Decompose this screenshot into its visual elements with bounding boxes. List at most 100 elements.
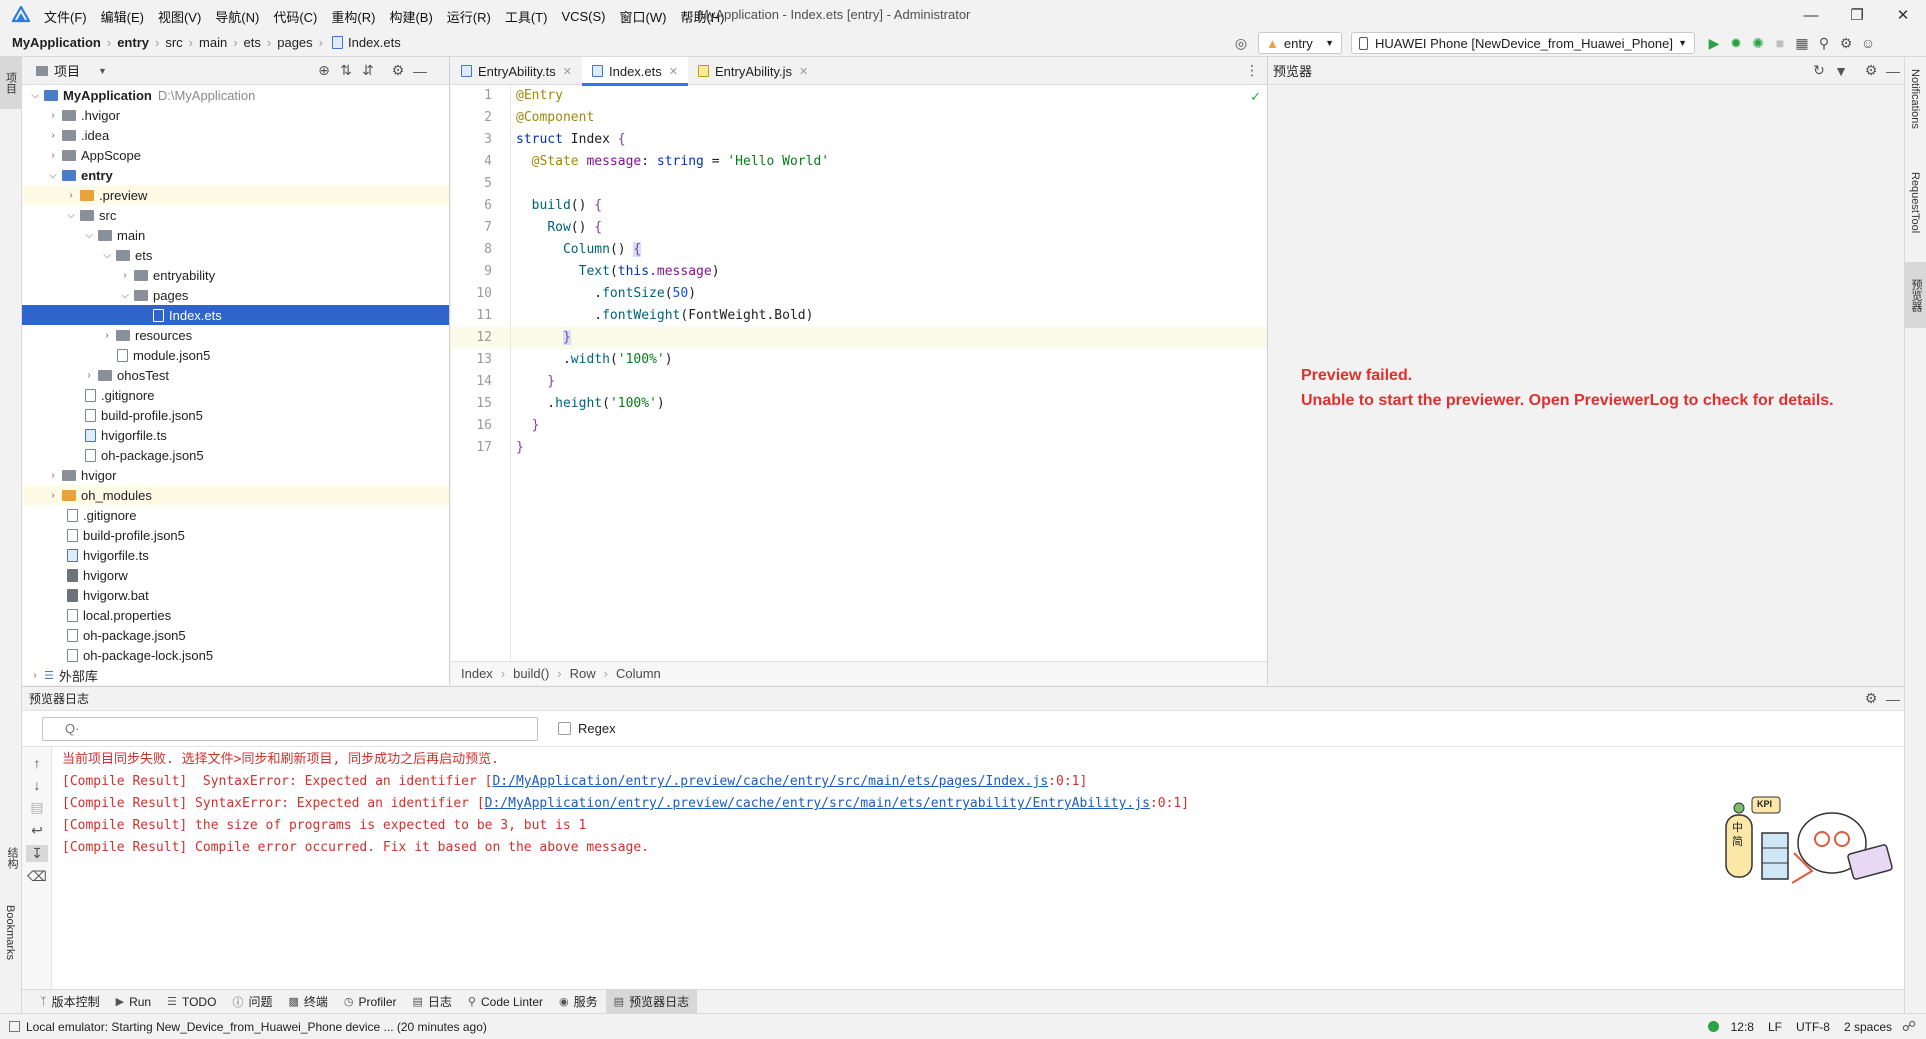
notifications-tool-button[interactable]: Notifications: [1909, 69, 1921, 132]
log-search-input[interactable]: [42, 716, 538, 741]
gear-icon[interactable]: ⚙: [1835, 35, 1857, 52]
crumb-main[interactable]: main: [199, 35, 227, 50]
menu-navigate[interactable]: 导航(N): [215, 7, 259, 26]
refresh-icon[interactable]: ↻: [1808, 62, 1830, 79]
crumb-project[interactable]: MyApplication: [12, 35, 101, 50]
hide-icon[interactable]: —: [409, 63, 431, 79]
tab-code-linter[interactable]: ⚲ Code Linter: [460, 990, 551, 1014]
menu-file[interactable]: 文件(F): [44, 7, 87, 26]
lock-icon[interactable]: ☍: [1898, 1018, 1920, 1035]
crumb-src[interactable]: src: [165, 35, 182, 50]
crumb-entry[interactable]: entry: [117, 35, 149, 50]
minimize-button[interactable]: —: [1788, 0, 1834, 30]
tree-item-hvigorfile-entry[interactable]: hvigorfile.ts: [22, 425, 449, 445]
tree-item-hvigorw[interactable]: hvigorw: [22, 565, 449, 585]
tree-item-main[interactable]: ⌵ main: [22, 225, 449, 245]
menu-window[interactable]: 窗口(W): [620, 7, 667, 26]
stop-icon[interactable]: ■: [1769, 35, 1791, 51]
line-separator[interactable]: LF: [1768, 1020, 1782, 1034]
tree-item-appscope[interactable]: › AppScope: [22, 145, 449, 165]
filter-icon[interactable]: ▼: [1830, 63, 1852, 79]
requesttool-tool-button[interactable]: RequestTool: [1909, 172, 1921, 236]
crumb-index[interactable]: Index: [461, 666, 493, 681]
tab-previewer-log[interactable]: ▤ 预览器日志: [605, 989, 698, 1014]
scroll-end-icon[interactable]: ↧: [26, 845, 48, 862]
tab-entryability-js[interactable]: EntryAbility.js ✕: [688, 57, 818, 85]
debug-icon[interactable]: ✹: [1725, 35, 1747, 52]
crumb-build[interactable]: build(): [513, 666, 549, 681]
locate-icon[interactable]: ⊕: [313, 62, 335, 79]
menu-view[interactable]: 视图(V): [158, 7, 201, 26]
menu-build[interactable]: 构建(B): [389, 7, 432, 26]
crumb-file[interactable]: Index.ets: [348, 35, 401, 50]
project-tool-button[interactable]: 项目: [0, 57, 21, 109]
file-encoding[interactable]: UTF-8: [1796, 1020, 1830, 1034]
regex-checkbox[interactable]: [558, 722, 571, 735]
hide-icon[interactable]: —: [1882, 63, 1904, 79]
code-area[interactable]: ✓ @Entry @Component struct Index { @Stat…: [511, 85, 1267, 661]
hide-icon[interactable]: —: [1882, 691, 1904, 707]
tab-run[interactable]: ▶ Run: [108, 990, 159, 1014]
arrow-up-icon[interactable]: ↑: [26, 755, 48, 771]
project-panel-title[interactable]: 项目: [54, 61, 80, 80]
close-icon[interactable]: ✕: [563, 65, 572, 78]
tree-item-entry[interactable]: ⌵ entry: [22, 165, 449, 185]
tree-item-module-json5[interactable]: module.json5: [22, 345, 449, 365]
target-icon[interactable]: ◎: [1230, 35, 1252, 52]
tree-item-build-profile-entry[interactable]: build-profile.json5: [22, 405, 449, 425]
tab-problems[interactable]: ⓘ 问题: [224, 990, 280, 1014]
tab-entryability-ts[interactable]: EntryAbility.ts ✕: [451, 57, 582, 85]
tab-log[interactable]: ▤ 日志: [405, 990, 460, 1014]
arrow-down-icon[interactable]: ↓: [26, 777, 48, 793]
previewer-tool-button[interactable]: 预览器: [1905, 262, 1926, 328]
run-icon[interactable]: ▶: [1703, 35, 1725, 52]
tree-item-build-profile[interactable]: build-profile.json5: [22, 525, 449, 545]
crumb-column[interactable]: Column: [616, 666, 661, 681]
tree-item-idea[interactable]: › .idea: [22, 125, 449, 145]
tab-terminal[interactable]: ▩ 终端: [280, 990, 335, 1014]
tab-version-control[interactable]: ᛉ 版本控制: [32, 990, 108, 1014]
menu-vcs[interactable]: VCS(S): [561, 9, 605, 24]
tab-index-ets[interactable]: Index.ets ✕: [582, 57, 688, 86]
tree-item-oh-package-lock[interactable]: oh-package-lock.json5: [22, 645, 449, 665]
menu-edit[interactable]: 编辑(E): [101, 7, 144, 26]
menu-refactor[interactable]: 重构(R): [331, 7, 375, 26]
collapse-all-icon[interactable]: ⇵: [357, 62, 379, 79]
tree-item-gitignore[interactable]: .gitignore: [22, 505, 449, 525]
tree-item-hvigor[interactable]: › hvigor: [22, 465, 449, 485]
device-manager-icon[interactable]: ▦: [1791, 35, 1813, 52]
log-link[interactable]: D:/MyApplication/entry/.preview/cache/en…: [492, 774, 1048, 789]
device-selector[interactable]: HUAWEI Phone [NewDevice_from_Huawei_Phon…: [1351, 32, 1695, 54]
tree-item-hvigor-dir[interactable]: › .hvigor: [22, 105, 449, 125]
tree-item-oh-modules[interactable]: › oh_modules: [22, 485, 449, 505]
tab-services[interactable]: ◉ 服务: [551, 990, 606, 1014]
module-selector[interactable]: ▲ entry ▼: [1258, 32, 1342, 54]
chevron-down-icon[interactable]: ▼: [98, 66, 107, 76]
tree-item-hvigorw-bat[interactable]: hvigorw.bat: [22, 585, 449, 605]
tree-item-ets[interactable]: ⌵ ets: [22, 245, 449, 265]
search-icon[interactable]: ⚲: [1813, 35, 1835, 52]
crumb-pages[interactable]: pages: [277, 35, 312, 50]
close-button[interactable]: ✕: [1880, 0, 1926, 30]
crumb-row[interactable]: Row: [570, 666, 596, 681]
indent-setting[interactable]: 2 spaces: [1844, 1020, 1892, 1034]
status-message[interactable]: Local emulator: Starting New_Device_from…: [26, 1020, 487, 1034]
tree-item-gitignore-entry[interactable]: .gitignore: [22, 385, 449, 405]
gear-icon[interactable]: ⚙: [1860, 62, 1882, 79]
menu-run[interactable]: 运行(R): [447, 7, 491, 26]
tree-item-entryability[interactable]: › entryability: [22, 265, 449, 285]
menu-tools[interactable]: 工具(T): [505, 7, 548, 26]
tree-item-pages[interactable]: ⌵ pages: [22, 285, 449, 305]
tree-item-resources[interactable]: › resources: [22, 325, 449, 345]
close-icon[interactable]: ✕: [669, 65, 678, 78]
tree-item-src[interactable]: ⌵ src: [22, 205, 449, 225]
menu-code[interactable]: 代码(C): [273, 7, 317, 26]
tree-item-index-ets[interactable]: Index.ets: [22, 305, 449, 325]
tree-item-ohostest[interactable]: › ohosTest: [22, 365, 449, 385]
log-link[interactable]: D:/MyApplication/entry/.preview/cache/en…: [485, 796, 1150, 811]
tree-item-myapplication[interactable]: ⌵ MyApplication D:\MyApplication: [22, 85, 449, 105]
crumb-ets[interactable]: ets: [244, 35, 261, 50]
tree-item-local-properties[interactable]: local.properties: [22, 605, 449, 625]
tree-item-oh-package-entry[interactable]: oh-package.json5: [22, 445, 449, 465]
trash-icon[interactable]: ⌫: [26, 868, 48, 885]
